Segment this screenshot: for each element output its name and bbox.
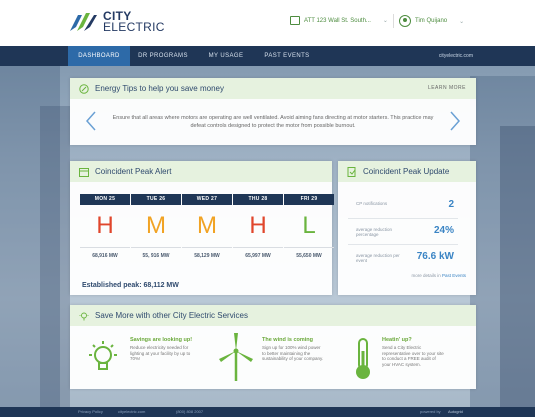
site-link[interactable]: cityelectric.com	[439, 46, 473, 66]
level-indicator: M	[146, 212, 166, 239]
day-column: TUE 26 M 55, 916 MW	[131, 194, 181, 264]
day-column: FRI 29 L 55,650 MW	[284, 194, 334, 264]
user-name: Tim Quijano	[415, 18, 448, 24]
peak-update-title: Coincident Peak Update	[363, 167, 450, 176]
service-title: Heatin' up?	[382, 337, 412, 343]
learn-more-link[interactable]: LEARN MORE	[428, 85, 466, 91]
main-nav: DASHBOARD DR PROGRAMS MY USAGE PAST EVEN…	[0, 46, 535, 66]
tab-my-usage[interactable]: MY USAGE	[198, 46, 254, 66]
logo-text: CITY ELECTRIC	[103, 10, 165, 34]
service-title: The wind is coming	[262, 337, 314, 343]
footer: Privacy Policy cityelectric.com (800) 80…	[0, 407, 535, 417]
refresh-doc-icon	[347, 166, 357, 177]
service-desc: Send a City Electric representative over…	[382, 345, 444, 367]
day-column: WED 27 M 58,129 MW	[182, 194, 232, 264]
update-value: 76.6 kW	[416, 251, 454, 262]
update-label: average reduction percentage	[356, 227, 393, 237]
day-mw: 65,997 MW	[233, 247, 283, 259]
lightbulb-icon	[86, 339, 120, 384]
energy-tips-header: Energy Tips to help you save money LEARN…	[70, 78, 476, 99]
day-mw: 55, 916 MW	[131, 247, 181, 259]
day-label: THU 28	[233, 194, 283, 205]
update-label: average reduction per event	[356, 253, 400, 263]
building-icon	[290, 16, 300, 25]
tab-past-events[interactable]: PAST EVENTS	[258, 46, 316, 66]
peak-alert-header: Coincident Peak Alert	[70, 161, 332, 182]
leaf-icon	[79, 83, 89, 94]
day-label: FRI 29	[284, 194, 334, 205]
level-indicator: H	[249, 212, 267, 239]
logo-line-2: ELECTRIC	[103, 20, 165, 34]
update-row: average reduction per event 76.6 kW	[348, 245, 458, 271]
footer-phone: (800) 808 2007	[176, 409, 204, 414]
day-mw: 58,129 MW	[182, 247, 232, 259]
services-card: Save More with other City Electric Servi…	[70, 305, 476, 389]
account-selector[interactable]: ATT 123 Wall St. South... ⌄	[290, 16, 388, 25]
thermometer-icon	[354, 337, 372, 386]
peak-update-card: Coincident Peak Update CP notifications …	[338, 161, 476, 295]
privacy-policy-link[interactable]: Privacy Policy	[78, 409, 103, 414]
avatar-icon	[399, 15, 411, 27]
service-title: Savings are looking up!	[130, 337, 193, 343]
level-indicator: M	[197, 212, 217, 239]
logo-bolt-icon	[68, 11, 98, 33]
day-forecast-row: MON 25 H 68,916 MW TUE 26 M 55, 916 MW W…	[80, 194, 336, 274]
services-title: Save More with other City Electric Servi…	[95, 311, 248, 320]
service-item-hvac[interactable]: Heatin' up? Send a City Electric represe…	[382, 337, 444, 367]
peak-update-header: Coincident Peak Update	[338, 161, 476, 182]
day-label: MON 25	[80, 194, 130, 205]
day-label: WED 27	[182, 194, 232, 205]
tips-body: Ensure that all areas where motors are o…	[70, 99, 476, 145]
service-desc: Sign up for 100% wind power to better ma…	[262, 345, 324, 361]
tip-text: Ensure that all areas where motors are o…	[112, 115, 434, 129]
past-events-link[interactable]: Past Events	[442, 273, 466, 278]
city-electric-logo[interactable]: CITY ELECTRIC	[68, 10, 165, 34]
service-item-wind[interactable]: The wind is coming Sign up for 100% wind…	[262, 337, 324, 362]
user-menu[interactable]: Tim Quijano ⌄	[399, 15, 464, 27]
powered-by-brand[interactable]: Autogrid	[448, 409, 463, 414]
energy-tips-card: Energy Tips to help you save money LEARN…	[70, 78, 476, 145]
chevron-down-icon: ⌄	[459, 18, 465, 25]
update-label: CP notifications	[356, 201, 388, 206]
day-label: TUE 26	[131, 194, 181, 205]
divider	[393, 14, 394, 28]
established-peak: Established peak: 68,112 MW	[82, 282, 179, 289]
tab-dr-programs[interactable]: DR PROGRAMS	[132, 46, 194, 66]
footer-site-link[interactable]: cityelectric.com	[118, 409, 145, 414]
sparkle-lightbulb-icon	[79, 311, 89, 321]
account-address: ATT 123 Wall St. South...	[304, 17, 371, 24]
update-value: 2	[448, 199, 454, 210]
services-header: Save More with other City Electric Servi…	[70, 305, 476, 326]
prev-tip-arrow-icon[interactable]	[85, 111, 96, 131]
peak-alert-title: Coincident Peak Alert	[95, 167, 172, 176]
next-tip-arrow-icon[interactable]	[450, 111, 461, 131]
day-mw: 68,916 MW	[80, 247, 130, 259]
top-bar: CITY ELECTRIC ATT 123 Wall St. South... …	[0, 0, 535, 46]
update-value: 24%	[433, 225, 454, 236]
wind-turbine-icon	[216, 331, 256, 386]
chevron-down-icon: ⌄	[382, 18, 388, 24]
service-item-lighting[interactable]: Savings are looking up! Reduce electrici…	[130, 337, 192, 362]
calendar-icon	[79, 167, 89, 177]
powered-by-label: powered by	[420, 409, 441, 414]
update-row: average reduction percentage 24%	[348, 219, 458, 245]
more-details-prefix: more details in	[411, 273, 441, 278]
level-indicator: H	[96, 212, 114, 239]
update-row: CP notifications 2	[348, 193, 458, 219]
day-mw: 55,650 MW	[284, 247, 334, 259]
day-column: THU 28 H 65,997 MW	[233, 194, 283, 264]
energy-tips-title: Energy Tips to help you save money	[95, 84, 224, 93]
service-desc: Reduce electricity needed for lighting a…	[130, 345, 191, 361]
level-indicator: L	[302, 212, 316, 239]
peak-alert-card: Coincident Peak Alert MON 25 H 68,916 MW…	[70, 161, 334, 295]
day-column: MON 25 H 68,916 MW	[80, 194, 130, 264]
tab-dashboard[interactable]: DASHBOARD	[68, 46, 130, 66]
more-details: more details in Past Events	[411, 273, 466, 278]
